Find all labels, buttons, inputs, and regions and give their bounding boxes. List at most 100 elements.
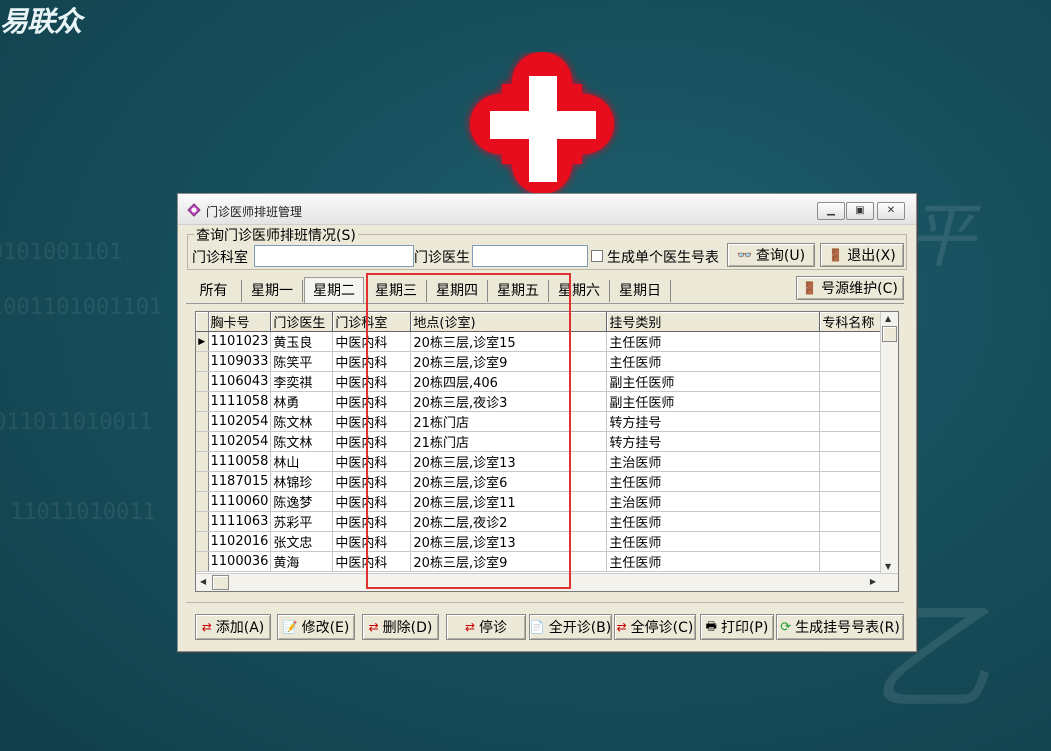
table-cell[interactable]: 21栋门店 (410, 411, 608, 432)
table-cell[interactable]: 黄玉良 (270, 331, 334, 352)
table-cell[interactable]: 1187015 (208, 471, 272, 492)
horizontal-scroll-thumb[interactable] (212, 575, 229, 590)
table-cell[interactable]: 20栋四层,406 (410, 371, 608, 392)
table-cell[interactable]: 陈文林 (270, 431, 334, 452)
table-cell[interactable]: 中医内科 (332, 411, 412, 432)
table-cell[interactable]: 主任医师 (606, 331, 821, 352)
table-cell[interactable]: 主任医师 (606, 511, 821, 532)
table-row[interactable]: 1100036 黄海 中医内科 20栋三层,诊室9 主任医师 (196, 551, 895, 572)
table-cell[interactable]: 中医内科 (332, 451, 412, 472)
table-cell[interactable]: 1111063 (208, 511, 272, 532)
table-cell[interactable]: 中医内科 (332, 531, 412, 552)
table-row[interactable]: 1102016 张文忠 中医内科 20栋三层,诊室13 主任医师 (196, 531, 895, 552)
table-cell[interactable]: 中医内科 (332, 391, 412, 412)
table-cell[interactable]: 1100036 (208, 551, 272, 572)
exit-button[interactable]: 🚪 退出(X) (820, 243, 904, 267)
tab-wednesday[interactable]: 星期三 (366, 280, 427, 302)
table-cell[interactable]: 李奕祺 (270, 371, 334, 392)
add-button[interactable]: ⇄ 添加(A) (195, 614, 271, 640)
minimize-button[interactable]: ▁ (817, 202, 845, 220)
table-cell[interactable]: 主任医师 (606, 471, 821, 492)
horizontal-scrollbar[interactable]: ◀ ▶ (196, 573, 898, 591)
table-row[interactable]: 1111063 苏彩平 中医内科 20栋二层,夜诊2 主任医师 (196, 511, 895, 532)
tab-monday[interactable]: 星期一 (242, 280, 303, 302)
table-row[interactable]: 1109033 陈笑平 中医内科 20栋三层,诊室9 主任医师 (196, 351, 895, 372)
table-row[interactable]: ▶ 1101023 黄玉良 中医内科 20栋三层,诊室15 主任医师 (196, 331, 895, 352)
column-header[interactable]: 挂号类别 (606, 312, 821, 332)
table-cell[interactable]: 转方挂号 (606, 431, 821, 452)
table-cell[interactable]: 主任医师 (606, 351, 821, 372)
table-cell[interactable]: 1102054 (208, 411, 272, 432)
single-doctor-checkbox[interactable] (591, 250, 603, 262)
table-cell[interactable]: 20栋三层,诊室9 (410, 551, 608, 572)
table-cell[interactable]: 中医内科 (332, 371, 412, 392)
table-cell[interactable]: 1109033 (208, 351, 272, 372)
table-cell[interactable]: 20栋三层,诊室6 (410, 471, 608, 492)
table-row[interactable]: 1102054 陈文林 中医内科 21栋门店 转方挂号 (196, 431, 895, 452)
scroll-up-arrow-icon[interactable]: ▲ (885, 314, 891, 323)
table-row[interactable]: 1110058 林山 中医内科 20栋三层,诊室13 主治医师 (196, 451, 895, 472)
table-cell[interactable]: 主治医师 (606, 451, 821, 472)
table-cell[interactable]: 林勇 (270, 391, 334, 412)
close-button[interactable]: ✕ (877, 202, 905, 220)
generate-schedule-button[interactable]: ⟳ 生成挂号号表(R) (776, 614, 904, 640)
table-row[interactable]: 1106043 李奕祺 中医内科 20栋四层,406 副主任医师 (196, 371, 895, 392)
tab-thursday[interactable]: 星期四 (427, 280, 488, 302)
tab-saturday[interactable]: 星期六 (549, 280, 610, 302)
table-cell[interactable]: 1101023 (208, 331, 272, 352)
table-cell[interactable]: 主治医师 (606, 491, 821, 512)
doctor-input[interactable] (472, 245, 588, 267)
table-cell[interactable]: 20栋三层,夜诊3 (410, 391, 608, 412)
table-cell[interactable]: 张文忠 (270, 531, 334, 552)
table-cell[interactable]: 21栋门店 (410, 431, 608, 452)
table-cell[interactable]: 中医内科 (332, 431, 412, 452)
title-bar[interactable]: 门诊医师排班管理 ▁ ▣ ✕ (178, 194, 916, 225)
table-cell[interactable]: 陈笑平 (270, 351, 334, 372)
suspend-all-button[interactable]: ⇄ 全停诊(C) (614, 614, 696, 640)
tab-sunday[interactable]: 星期日 (610, 280, 671, 302)
table-cell[interactable]: 中医内科 (332, 351, 412, 372)
print-button[interactable]: 🖶 打印(P) (700, 614, 774, 640)
table-cell[interactable]: 20栋二层,夜诊2 (410, 511, 608, 532)
column-header[interactable]: 门诊科室 (332, 312, 412, 332)
scroll-down-arrow-icon[interactable]: ▼ (885, 562, 891, 571)
table-cell[interactable]: 主任医师 (606, 551, 821, 572)
column-header[interactable]: 门诊医生 (270, 312, 334, 332)
column-header[interactable]: 地点(诊室) (410, 312, 608, 332)
delete-button[interactable]: ⇄ 删除(D) (362, 614, 439, 640)
scroll-right-arrow-icon[interactable]: ▶ (870, 577, 876, 586)
open-all-button[interactable]: 📄 全开诊(B) (529, 614, 612, 640)
table-cell[interactable]: 20栋三层,诊室13 (410, 451, 608, 472)
table-cell[interactable]: 林锦珍 (270, 471, 334, 492)
table-cell[interactable]: 中医内科 (332, 331, 412, 352)
table-cell[interactable]: 1102054 (208, 431, 272, 452)
table-cell[interactable]: 1110058 (208, 451, 272, 472)
source-maintain-button[interactable]: 🚪 号源维护(C) (796, 276, 904, 300)
table-cell[interactable]: 20栋三层,诊室15 (410, 331, 608, 352)
table-cell[interactable]: 陈文林 (270, 411, 334, 432)
table-row[interactable]: 1102054 陈文林 中医内科 21栋门店 转方挂号 (196, 411, 895, 432)
maximize-button[interactable]: ▣ (846, 202, 874, 220)
table-cell[interactable]: 中医内科 (332, 551, 412, 572)
dept-input[interactable] (254, 245, 414, 267)
schedule-grid[interactable]: 胸卡号 门诊医生 门诊科室 地点(诊室) 挂号类别 专科名称 ▶ 1101023 黄… (195, 311, 899, 592)
table-cell[interactable]: 副主任医师 (606, 391, 821, 412)
tab-friday[interactable]: 星期五 (488, 280, 549, 302)
query-button[interactable]: 👓 查询(U) (727, 243, 815, 267)
table-cell[interactable]: 林山 (270, 451, 334, 472)
table-cell[interactable]: 中医内科 (332, 491, 412, 512)
table-cell[interactable]: 1111058 (208, 391, 272, 412)
table-cell[interactable]: 苏彩平 (270, 511, 334, 532)
scroll-left-arrow-icon[interactable]: ◀ (200, 577, 206, 586)
column-header[interactable]: 胸卡号 (208, 312, 272, 332)
table-cell[interactable]: 主任医师 (606, 531, 821, 552)
table-cell[interactable]: 20栋三层,诊室11 (410, 491, 608, 512)
table-row[interactable]: 1111058 林勇 中医内科 20栋三层,夜诊3 副主任医师 (196, 391, 895, 412)
table-cell[interactable]: 陈逸梦 (270, 491, 334, 512)
table-cell[interactable]: 中医内科 (332, 471, 412, 492)
tab-tuesday[interactable]: 星期二 (304, 277, 364, 303)
table-cell[interactable]: 1102016 (208, 531, 272, 552)
table-cell[interactable]: 1106043 (208, 371, 272, 392)
table-cell[interactable]: 1110060 (208, 491, 272, 512)
table-cell[interactable]: 转方挂号 (606, 411, 821, 432)
